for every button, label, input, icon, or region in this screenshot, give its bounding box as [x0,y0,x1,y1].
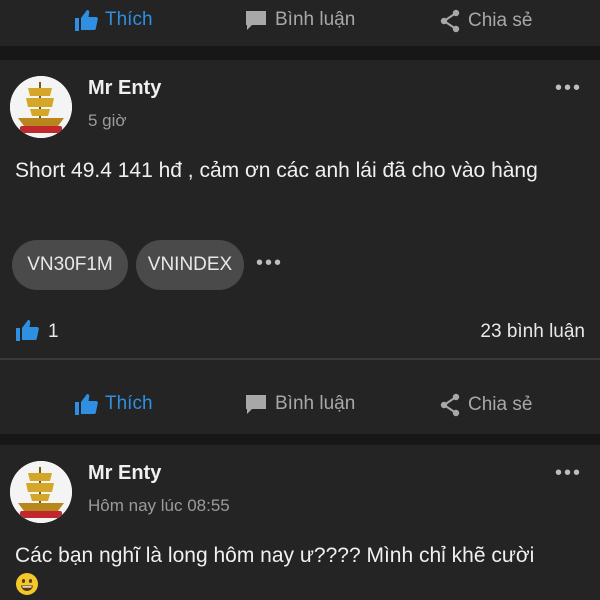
share-icon [440,9,460,33]
comment-button[interactable]: Bình luận [244,9,355,31]
post-card: Mr Enty Hôm nay lúc 08:55 ••• Các bạn ng… [0,445,600,600]
thumbs-up-icon [75,394,98,415]
post-time: 5 giờ [88,111,127,130]
like-count[interactable]: 1 [48,321,59,343]
tag-vn30f1m[interactable]: VN30F1M [12,240,128,290]
share-button[interactable]: Chia sẻ [439,393,532,417]
post-card: Mr Enty 5 giờ ••• Short 49.4 141 hđ , cả… [0,60,600,434]
share-label: Chia sẻ [468,394,533,415]
golden-ship-avatar-icon [10,461,72,523]
like-button[interactable]: Thích [74,393,153,415]
more-options-icon[interactable]: ••• [555,77,582,100]
author-name[interactable]: Mr Enty [88,77,161,100]
post-content: Các bạn nghĩ là long hôm nay ư???? Mình … [15,544,535,567]
thumbs-up-icon [75,10,98,31]
golden-ship-avatar-icon [10,76,72,138]
comment-label: Bình luận [275,9,356,30]
more-options-icon[interactable]: ••• [555,462,582,485]
more-tags-icon[interactable]: ••• [256,252,283,275]
like-label: Thích [105,9,153,30]
divider [0,358,600,360]
avatar[interactable] [10,76,72,138]
thumbs-up-icon [16,320,39,341]
comment-count[interactable]: 23 bình luận [480,321,585,343]
comment-label: Bình luận [275,393,356,414]
share-label: Chia sẻ [468,10,533,31]
tag-vnindex[interactable]: VNINDEX [136,240,244,290]
like-button[interactable]: Thích [74,9,153,31]
post-content: Short 49.4 141 hđ , cảm ơn các anh lái đ… [15,159,538,182]
share-button[interactable]: Chia sẻ [439,9,532,33]
grinning-face-emoji-icon [16,573,38,595]
like-label: Thích [105,393,153,414]
share-icon [440,393,460,417]
avatar[interactable] [10,461,72,523]
top-action-bar: Thích Bình luận Chia sẻ [0,0,600,46]
post-time: Hôm nay lúc 08:55 [88,496,230,515]
comment-icon [246,395,266,414]
author-name[interactable]: Mr Enty [88,462,161,485]
comment-button[interactable]: Bình luận [244,393,355,415]
comment-icon [246,11,266,30]
